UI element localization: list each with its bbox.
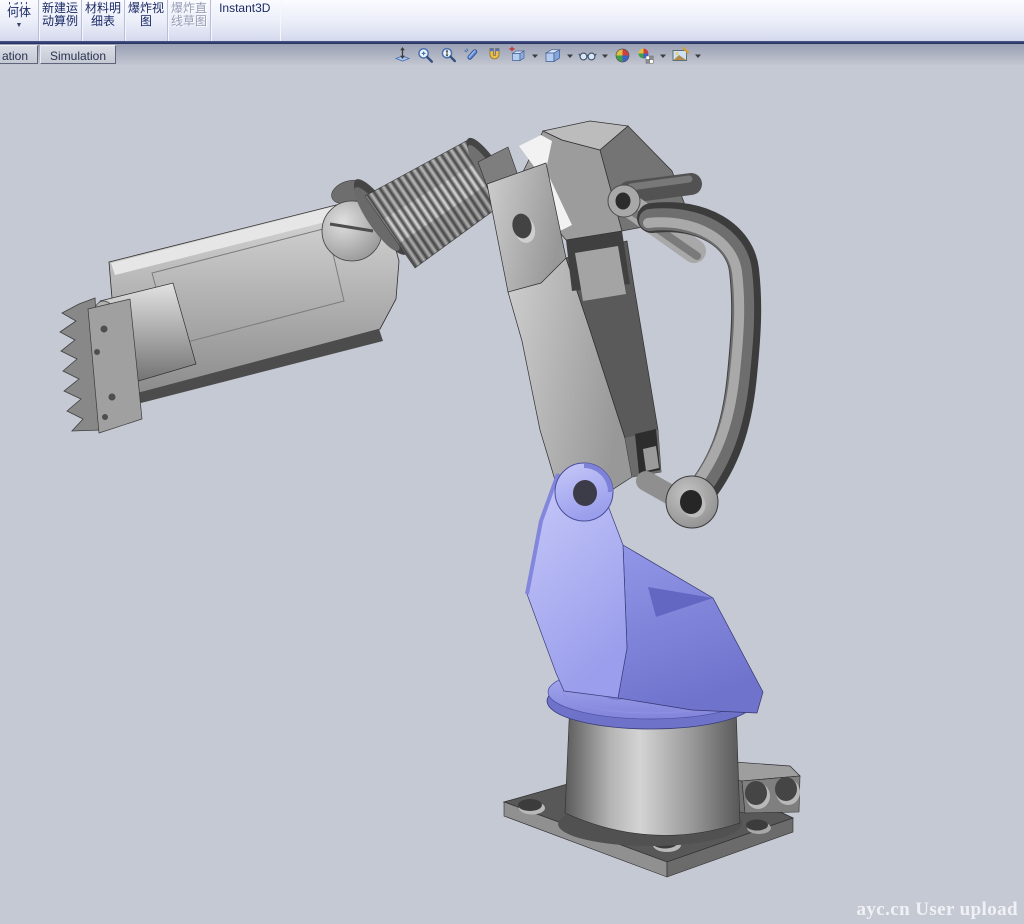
edit-appearance-dropdown-icon[interactable] [659, 46, 667, 65]
display-style-dropdown-icon[interactable] [601, 46, 609, 65]
section-view-dropdown-icon[interactable] [531, 46, 539, 65]
shoulder-pivot-lobe [555, 463, 613, 521]
hide-show-items-icon[interactable] [613, 46, 632, 65]
apply-scene-icon[interactable] [671, 46, 690, 65]
view-orientation-icon[interactable] [543, 46, 562, 65]
robot-arm-assembly [0, 64, 1024, 924]
3d-drawing-view-icon[interactable] [485, 46, 504, 65]
link-boss [666, 476, 718, 528]
toolbar-button-new-motion-study[interactable]: 新建运 动算例 [39, 0, 82, 41]
forearm[interactable] [60, 133, 518, 433]
wrist-gripper[interactable] [60, 283, 196, 433]
toolbar-bottom-strip [0, 41, 1024, 44]
toolbar-button-instant3d[interactable]: Instant3D [211, 0, 280, 41]
graphics-viewport[interactable]: ayc.cn User upload [0, 64, 1024, 924]
view-orientation-dropdown-icon[interactable] [566, 46, 574, 65]
rotate-view-icon[interactable] [462, 46, 481, 65]
apply-scene-dropdown-icon[interactable] [694, 46, 702, 65]
toolbar-button-explode-line-sketch: 爆炸直 线草图 [168, 0, 211, 41]
tab-clipped[interactable]: ation [0, 45, 38, 64]
section-view-icon[interactable] [508, 46, 527, 65]
heads-up-view-toolbar [393, 45, 702, 65]
link-pin [629, 179, 691, 192]
zoom-to-area-icon[interactable] [416, 46, 435, 65]
command-manager-toolbar: 何体 何体 ▼ 新建运 动算例 材料明 细表 爆炸视 图 爆炸直 线草图 Ins… [0, 0, 1024, 41]
zoom-in-out-icon[interactable] [439, 46, 458, 65]
zoom-to-fit-icon[interactable] [393, 46, 412, 65]
watermark: ayc.cn User upload [856, 899, 1018, 921]
toolbar-button-bill-of-materials[interactable]: 材料明 细表 [82, 0, 125, 41]
toolbar-button-label: 何体 [7, 6, 31, 19]
tab-simulation[interactable]: Simulation [40, 45, 116, 64]
chevron-down-icon[interactable]: ▼ [16, 22, 23, 30]
solidworks-window: { "window": { "viewport_background": "#c… [0, 0, 1024, 924]
shoulder-bracket[interactable] [527, 463, 763, 713]
toolbar-button-exploded-view[interactable]: 爆炸视 图 [125, 0, 168, 41]
edit-appearance-icon[interactable] [636, 46, 655, 65]
display-style-icon[interactable] [578, 46, 597, 65]
toolbar-button-geometry-partial[interactable]: 何体 何体 ▼ [0, 0, 39, 41]
